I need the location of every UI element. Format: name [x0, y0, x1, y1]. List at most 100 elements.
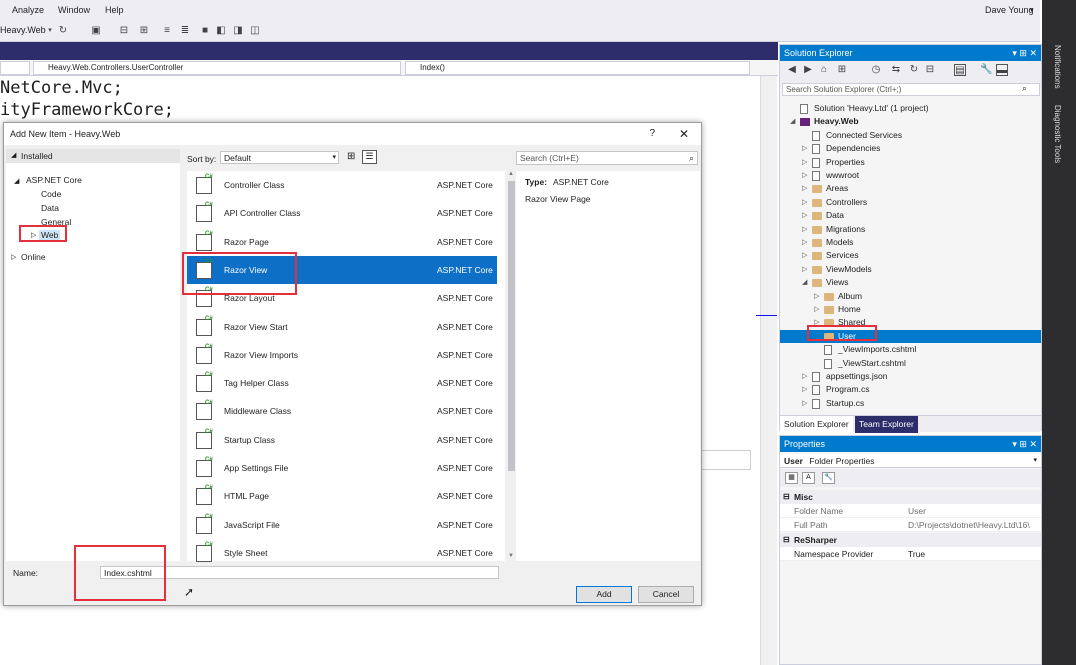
solution-search-input[interactable]: Search Solution Explorer (Ctrl+;) [782, 83, 1040, 96]
collapsed-arrow-icon[interactable]: ▷ [802, 249, 807, 262]
indent-icon[interactable]: ≡ [161, 25, 173, 37]
template-item[interactable]: C# Style Sheet ASP.NET Core [187, 539, 497, 567]
tree-row[interactable]: ▷ Program.cs [780, 383, 1041, 396]
chevron-down-icon[interactable]: ▾ [1033, 454, 1037, 468]
sync-icon[interactable]: ⇆ [890, 64, 902, 76]
collapse-icon[interactable]: ⊟ [783, 533, 790, 547]
member-dropdown[interactable]: Index() [405, 61, 750, 75]
account-name[interactable]: Dave Young [985, 5, 1034, 15]
collapsed-arrow-icon[interactable]: ▷ [802, 263, 807, 276]
property-row[interactable]: Namespace Provider True [780, 547, 1041, 561]
template-search-input[interactable]: Search (Ctrl+E) ⌕ [516, 151, 698, 165]
expanded-arrow-icon[interactable]: ◢ [790, 115, 795, 128]
switch-views-icon[interactable]: ⊞ [836, 64, 848, 76]
prev-bookmark-icon[interactable]: ◧ [215, 25, 227, 37]
tree-row[interactable]: _ViewImports.cshtml [780, 343, 1041, 356]
menu-analyze[interactable]: Analyze [12, 5, 44, 15]
property-row[interactable]: Full Path D:\Projects\dotnet\Heavy.Ltd\1… [780, 518, 1041, 532]
collapse-all-icon[interactable]: ⊟ [924, 64, 936, 76]
tree-row[interactable]: ▷ appsettings.json [780, 370, 1041, 383]
tree-row[interactable]: ▷ wwwroot [780, 169, 1041, 182]
forward-icon[interactable]: ▶ [802, 64, 814, 76]
template-item[interactable]: C# API Controller Class ASP.NET Core [187, 199, 497, 227]
add-button[interactable]: Add [576, 586, 632, 603]
tree-row[interactable]: ▷ Data [780, 209, 1041, 222]
tree-row[interactable]: ◢ Heavy.Web [780, 115, 1041, 128]
property-pages-icon[interactable]: 🔧 [822, 472, 835, 484]
collapsed-arrow-icon[interactable]: ▷ [11, 253, 16, 261]
close-button[interactable]: ✕ [679, 123, 689, 145]
collapse-icon[interactable]: ⊟ [783, 490, 790, 504]
tree-item-code[interactable]: Code [41, 189, 61, 199]
property-row[interactable]: Folder Name User [780, 504, 1041, 518]
tree-row[interactable]: ▷ Controllers [780, 196, 1041, 209]
categorized-icon[interactable]: ▦ [785, 472, 798, 484]
properties-object-selector[interactable]: User Folder Properties ▾ [780, 454, 1041, 468]
template-item[interactable]: C# Startup Class ASP.NET Core [187, 426, 497, 454]
menu-window[interactable]: Window [58, 5, 90, 15]
list-view-icon[interactable]: ☰ [362, 150, 377, 164]
template-item[interactable]: C# Tag Helper Class ASP.NET Core [187, 369, 497, 397]
collapsed-arrow-icon[interactable]: ▷ [802, 182, 807, 195]
refresh-icon[interactable]: ↻ [908, 64, 920, 76]
template-item[interactable]: C# JavaScript File ASP.NET Core [187, 511, 497, 539]
panel-window-controls[interactable]: ▾ ⊞ ✕ [1012, 436, 1037, 452]
tree-row[interactable]: ▷ Services [780, 249, 1041, 262]
collapsed-arrow-icon[interactable]: ▷ [802, 156, 807, 169]
template-item[interactable]: C# HTML Page ASP.NET Core [187, 482, 497, 510]
collapsed-arrow-icon[interactable]: ▷ [802, 383, 807, 396]
tree-row[interactable]: Connected Services [780, 129, 1041, 142]
tree-row[interactable]: ▷ Startup.cs [780, 397, 1041, 410]
menu-help[interactable]: Help [105, 5, 124, 15]
tree-item-online[interactable]: Online [21, 252, 46, 262]
tree-row[interactable]: _ViewStart.cshtml [780, 357, 1041, 370]
property-category[interactable]: ⊟ ReSharper [780, 533, 1041, 547]
expanded-arrow-icon[interactable]: ◢ [802, 276, 807, 289]
cancel-button[interactable]: Cancel [638, 586, 694, 603]
next-bookmark-icon[interactable]: ◨ [232, 25, 244, 37]
tree-row[interactable]: ▷ ViewModels [780, 263, 1041, 276]
clear-bookmark-icon[interactable]: ◫ [249, 25, 261, 37]
collapsed-arrow-icon[interactable]: ▷ [814, 303, 819, 316]
search-icon[interactable]: ⌕ [1022, 83, 1027, 94]
collapsed-arrow-icon[interactable]: ▷ [802, 142, 807, 155]
template-item[interactable]: C# Razor View Start ASP.NET Core [187, 313, 497, 341]
home-icon[interactable]: ⌂ [818, 64, 830, 76]
tab-team-explorer[interactable]: Team Explorer [855, 416, 918, 433]
properties-icon[interactable]: 🔧 [980, 64, 992, 76]
tree-row[interactable]: ◢ Views [780, 276, 1041, 289]
tree-row[interactable]: ▷ Album [780, 290, 1041, 303]
outdent-icon[interactable]: ≣ [179, 25, 191, 37]
chevron-down-icon[interactable]: ▾ [1030, 6, 1034, 14]
sort-select[interactable]: Default ▾ [220, 151, 339, 164]
tree-row[interactable]: ▷ Migrations [780, 223, 1041, 236]
class-dropdown[interactable]: Heavy.Web.Controllers.UserController [33, 61, 401, 75]
template-item[interactable]: C# Middleware Class ASP.NET Core [187, 397, 497, 425]
notifications-tab[interactable]: Notifications [1050, 45, 1062, 89]
expanded-arrow-icon[interactable]: ◢ [14, 177, 19, 185]
project-dropdown[interactable] [0, 61, 30, 75]
tree-row[interactable]: ▷ Home [780, 303, 1041, 316]
collapsed-arrow-icon[interactable]: ▷ [802, 370, 807, 383]
preview-icon[interactable]: ▬ [996, 64, 1008, 76]
tree-item-aspnet-core[interactable]: ASP.NET Core [26, 175, 82, 185]
collapsed-arrow-icon[interactable]: ▷ [814, 290, 819, 303]
template-item[interactable]: C# App Settings File ASP.NET Core [187, 454, 497, 482]
editor-scrollbar[interactable] [756, 76, 777, 665]
collapsed-arrow-icon[interactable]: ▷ [802, 196, 807, 209]
show-all-files-icon[interactable]: ▤ [954, 64, 966, 76]
tree-row[interactable]: ▷ Dependencies [780, 142, 1041, 155]
scroll-up-icon[interactable]: ▲ [508, 171, 514, 177]
layout-icon[interactable]: ⊞ [138, 25, 150, 37]
tree-row[interactable]: Solution 'Heavy.Ltd' (1 project) [780, 102, 1041, 115]
find-icon[interactable]: ▣ [90, 25, 102, 37]
tree-row-installed[interactable]: ◢ Installed [6, 149, 180, 163]
collapsed-arrow-icon[interactable]: ▷ [802, 236, 807, 249]
tree-row[interactable]: ▷ Models [780, 236, 1041, 249]
help-button[interactable]: ? [649, 123, 655, 145]
chevron-down-icon[interactable]: ▾ [44, 25, 56, 37]
collapsed-arrow-icon[interactable]: ▷ [802, 397, 807, 410]
startup-project-select[interactable]: Heavy.Web [0, 25, 46, 35]
outline-icon[interactable]: ⊟ [118, 25, 130, 37]
expanded-arrow-icon[interactable]: ◢ [11, 151, 16, 159]
